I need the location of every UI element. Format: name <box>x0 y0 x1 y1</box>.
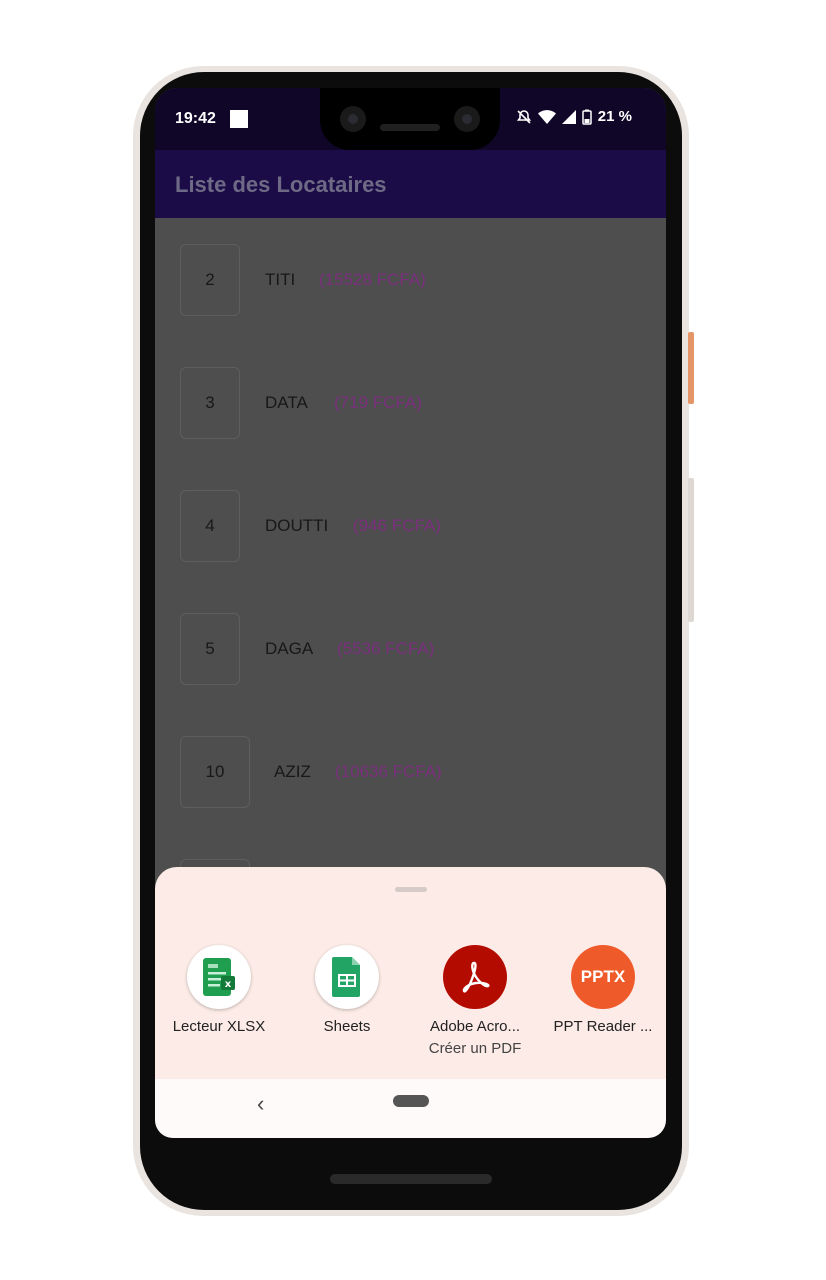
power-button <box>688 332 694 404</box>
tenant-amount: (719 FCFA) <box>334 393 422 412</box>
list-item[interactable]: 2 TITI (15528 FCFA) <box>155 244 666 318</box>
tenant-id: 3 <box>180 367 240 439</box>
wifi-icon <box>537 109 556 124</box>
list-item[interactable]: 10 AZIZ (10636 FCFA) <box>155 736 666 810</box>
list-item[interactable]: 4 DOUTTI (946 FCFA) <box>155 490 666 564</box>
status-bar: 19:42 21 % <box>155 88 666 150</box>
share-target-adobe-acrobat[interactable]: Adobe Acro... Créer un PDF <box>411 945 539 1057</box>
status-time: 19:42 <box>175 110 216 127</box>
camera-notch <box>320 88 500 150</box>
tenant-name: DOUTTI <box>265 516 329 535</box>
share-target-sublabel: Créer un PDF <box>428 1040 522 1057</box>
share-target-sheets[interactable]: Sheets <box>283 945 411 1035</box>
share-target-ppt-reader[interactable]: PPTX PPT Reader ... <box>539 945 666 1035</box>
tenant-amount: (5536 FCFA) <box>337 639 435 658</box>
back-icon[interactable]: ‹ <box>257 1091 264 1117</box>
drag-handle[interactable] <box>395 887 427 892</box>
bottom-speaker <box>330 1174 492 1184</box>
tenant-amount: (946 FCFA) <box>353 516 441 535</box>
xlsx-reader-icon: x <box>187 945 251 1009</box>
share-target-xlsx-reader[interactable]: x Lecteur XLSX <box>155 945 283 1035</box>
share-target-label: Lecteur XLSX <box>172 1018 266 1035</box>
page-title: Liste des Locataires <box>175 172 387 197</box>
volume-button <box>688 478 694 622</box>
battery-icon <box>582 109 592 125</box>
tenant-id: 2 <box>180 244 240 316</box>
list-item[interactable]: 3 DATA (719 FCFA) <box>155 367 666 441</box>
google-sheets-icon <box>315 945 379 1009</box>
tenant-name: TITI <box>265 270 296 289</box>
front-camera-icon <box>454 106 480 132</box>
tenant-id: 10 <box>180 736 250 808</box>
tenant-id: 5 <box>180 613 240 685</box>
adobe-acrobat-icon <box>443 945 507 1009</box>
share-target-label: Sheets <box>323 1018 371 1035</box>
share-sheet: x Lecteur XLSX Sheets Adobe Acro... Crée… <box>155 867 666 1079</box>
tenant-amount: (15528 FCFA) <box>319 270 426 289</box>
svg-text:x: x <box>225 979 232 990</box>
battery-percent: 21 % <box>597 108 632 125</box>
navigation-bar: ‹ <box>155 1079 666 1138</box>
app-bar: Liste des Locataires <box>155 150 666 218</box>
notifications-off-icon <box>516 109 531 124</box>
pptx-reader-icon: PPTX <box>571 945 635 1009</box>
share-target-label: Adobe Acro... <box>429 1018 521 1035</box>
tenant-name: DATA <box>265 393 308 412</box>
tenant-name: AZIZ <box>274 762 311 781</box>
front-camera-icon <box>340 106 366 132</box>
status-icons: 21 % <box>516 108 632 125</box>
tenant-amount: (10636 FCFA) <box>335 762 442 781</box>
list-item[interactable]: 5 DAGA (5536 FCFA) <box>155 613 666 687</box>
tenant-id: 4 <box>180 490 240 562</box>
earpiece <box>380 124 440 131</box>
pptx-icon-text: PPTX <box>580 967 626 986</box>
home-button[interactable] <box>393 1095 429 1107</box>
screen: 19:42 21 % Liste des Locataires 2 TITI (… <box>155 88 666 1138</box>
signal-icon <box>561 109 576 124</box>
tenant-name: DAGA <box>265 639 314 658</box>
share-target-label: PPT Reader ... <box>553 1018 653 1035</box>
notification-icon <box>230 110 248 128</box>
